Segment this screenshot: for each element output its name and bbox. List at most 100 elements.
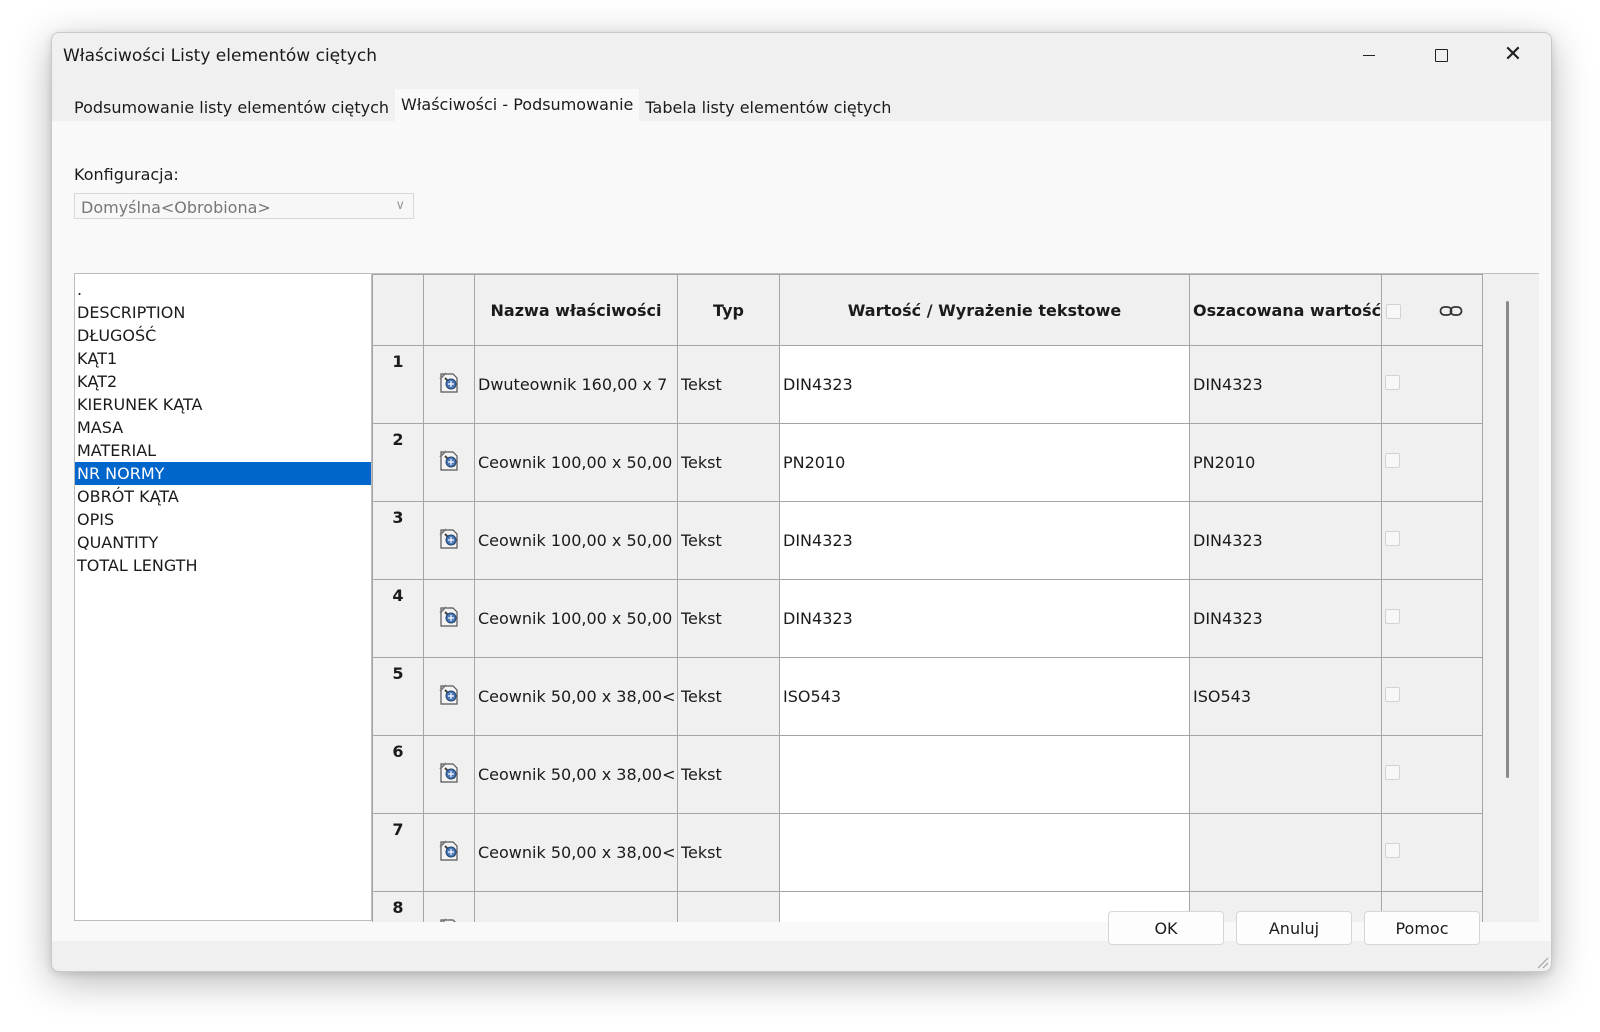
property-name-cell[interactable]: Dwuteownik 160,00 x 7 bbox=[474, 345, 678, 424]
property-name-cell[interactable]: Ceownik 50,00 x 38,00< bbox=[474, 657, 678, 736]
link-header[interactable] bbox=[1381, 274, 1484, 346]
resize-grip-icon[interactable] bbox=[1535, 955, 1549, 969]
property-list-item[interactable]: KIERUNEK KĄTA bbox=[75, 393, 371, 416]
link-cell[interactable] bbox=[1381, 657, 1484, 736]
link-checkbox[interactable] bbox=[1385, 609, 1401, 624]
value-cell[interactable]: DIN4323 bbox=[779, 579, 1190, 658]
tab-properties-summary[interactable]: Właściwości - Podsumowanie bbox=[395, 89, 640, 123]
configuration-dropdown[interactable]: Domyślna<Obrobiona> ∨ bbox=[74, 193, 414, 219]
value-cell[interactable]: ISO543 bbox=[779, 657, 1190, 736]
value-cell[interactable]: DIN4323 bbox=[779, 501, 1190, 580]
property-name-cell[interactable]: Ceownik 100,00 x 50,00 bbox=[474, 423, 678, 502]
cancel-button[interactable]: Anuluj bbox=[1236, 911, 1352, 945]
property-list-item[interactable]: KĄT1 bbox=[75, 347, 371, 370]
evaluated-value-cell: DIN4323 bbox=[1188, 579, 1383, 658]
window-title: Właściwości Listy elementów ciętych bbox=[63, 46, 377, 66]
property-name-cell[interactable]: Ceownik 100,00 x 50,00 bbox=[474, 501, 678, 580]
ok-button[interactable]: OK bbox=[1108, 911, 1224, 945]
row-number[interactable]: 6 bbox=[372, 735, 424, 814]
row-number[interactable]: 5 bbox=[372, 657, 424, 736]
link-checkbox[interactable] bbox=[1385, 453, 1401, 468]
link-checkbox[interactable] bbox=[1385, 687, 1401, 702]
grid-row[interactable]: 5 Ceownik 50,00 x 38,00< Tekst ISO543 ISO543 bbox=[372, 657, 1484, 736]
link-cell[interactable] bbox=[1381, 579, 1484, 658]
property-list-item[interactable]: TOTAL LENGTH bbox=[75, 554, 371, 577]
row-number[interactable]: 2 bbox=[372, 423, 424, 502]
property-name-cell[interactable]: Ceownik 50,00 x 38,00< bbox=[474, 735, 678, 814]
value-cell[interactable]: PN2010 bbox=[779, 423, 1190, 502]
evaluated-value-header[interactable]: Oszacowana wartość bbox=[1188, 274, 1383, 346]
type-cell[interactable]: Tekst bbox=[677, 657, 780, 736]
close-button[interactable]: ✕ bbox=[1477, 33, 1549, 77]
row-icon-cell bbox=[423, 813, 475, 892]
vertical-scrollbar[interactable] bbox=[1506, 301, 1509, 778]
select-all-checkbox[interactable] bbox=[1386, 303, 1402, 319]
row-icon-cell bbox=[423, 579, 475, 658]
icon-header bbox=[423, 274, 475, 346]
link-cell[interactable] bbox=[1381, 735, 1484, 814]
grid-row[interactable]: 3 Ceownik 100,00 x 50,00 Tekst DIN4323 DIN43… bbox=[372, 501, 1484, 580]
property-list-item[interactable]: KĄT2 bbox=[75, 370, 371, 393]
link-checkbox[interactable] bbox=[1385, 531, 1401, 546]
property-list-item[interactable]: DŁUGOŚĆ bbox=[75, 324, 371, 347]
link-cell[interactable] bbox=[1381, 501, 1484, 580]
row-icon-cell bbox=[423, 657, 475, 736]
row-number[interactable]: 7 bbox=[372, 813, 424, 892]
tab-cut-list-summary[interactable]: Podsumowanie listy elementów ciętych bbox=[68, 91, 396, 123]
type-header[interactable]: Typ bbox=[677, 274, 780, 346]
type-cell[interactable]: Tekst bbox=[677, 345, 780, 424]
minimize-button[interactable] bbox=[1333, 33, 1405, 77]
type-cell[interactable]: Tekst bbox=[677, 735, 780, 814]
cut-list-item-icon bbox=[439, 371, 458, 393]
grid-row[interactable]: 6 Ceownik 50,00 x 38,00< Tekst bbox=[372, 735, 1484, 814]
grid-row[interactable]: 7 Ceownik 50,00 x 38,00< Tekst bbox=[372, 813, 1484, 892]
cut-list-item-icon bbox=[439, 761, 458, 783]
type-cell[interactable]: Tekst bbox=[677, 423, 780, 502]
property-name-cell[interactable]: Ceownik 50,00 x 38,00< bbox=[474, 891, 678, 922]
type-cell[interactable]: Tekst bbox=[677, 501, 780, 580]
type-cell[interactable]: Tekst bbox=[677, 891, 780, 922]
configuration-label: Konfiguracja: bbox=[74, 165, 179, 184]
property-name-list[interactable]: . DESCRIPTION DŁUGOŚĆ KĄT1 KĄT2 KIERUNEK KĄTA… bbox=[74, 273, 372, 921]
property-list-item[interactable]: DESCRIPTION bbox=[75, 301, 371, 324]
property-grid-area: Nazwa właściwości Typ Wartość / Wyrażeni… bbox=[372, 273, 1539, 922]
row-number[interactable]: 3 bbox=[372, 501, 424, 580]
value-cell[interactable] bbox=[779, 813, 1190, 892]
link-cell[interactable] bbox=[1381, 423, 1484, 502]
help-button[interactable]: Pomoc bbox=[1364, 911, 1480, 945]
property-list-item[interactable]: QUANTITY bbox=[75, 531, 371, 554]
link-checkbox[interactable] bbox=[1385, 843, 1401, 858]
grid-row[interactable]: 4 Ceownik 100,00 x 50,00 Tekst DIN4323 DIN43… bbox=[372, 579, 1484, 658]
row-number[interactable]: 4 bbox=[372, 579, 424, 658]
link-checkbox[interactable] bbox=[1385, 375, 1401, 390]
link-cell[interactable] bbox=[1381, 813, 1484, 892]
grid-row[interactable]: 2 Ceownik 100,00 x 50,00 Tekst PN2010 PN2010 bbox=[372, 423, 1484, 502]
property-list-item[interactable]: OPIS bbox=[75, 508, 371, 531]
property-list-item[interactable]: MATERIAL bbox=[75, 439, 371, 462]
tab-cut-list-table[interactable]: Tabela listy elementów ciętych bbox=[639, 91, 898, 123]
value-cell[interactable] bbox=[779, 735, 1190, 814]
minimize-icon bbox=[1363, 54, 1375, 56]
property-name-cell[interactable]: Ceownik 100,00 x 50,00 bbox=[474, 579, 678, 658]
value-header[interactable]: Wartość / Wyrażenie tekstowe bbox=[779, 274, 1190, 346]
link-cell[interactable] bbox=[1381, 345, 1484, 424]
property-name-header[interactable]: Nazwa właściwości bbox=[474, 274, 678, 346]
type-cell[interactable]: Tekst bbox=[677, 579, 780, 658]
row-icon-cell bbox=[423, 501, 475, 580]
cut-list-item-icon bbox=[439, 527, 458, 549]
grid-row[interactable]: 1 Dwuteownik 160,00 x 7 Tekst DIN4323 DIN432… bbox=[372, 345, 1484, 424]
maximize-button[interactable] bbox=[1405, 33, 1477, 77]
property-list-item[interactable]: . bbox=[75, 278, 371, 301]
property-name-cell[interactable]: Ceownik 50,00 x 38,00< bbox=[474, 813, 678, 892]
property-list-item[interactable]: MASA bbox=[75, 416, 371, 439]
row-number[interactable]: 8 bbox=[372, 891, 424, 922]
cut-list-item-icon bbox=[439, 449, 458, 471]
type-cell[interactable]: Tekst bbox=[677, 813, 780, 892]
evaluated-value-cell: ISO543 bbox=[1188, 657, 1383, 736]
evaluated-value-cell: PN2010 bbox=[1188, 423, 1383, 502]
property-list-item[interactable]: NR NORMY bbox=[75, 462, 371, 485]
value-cell[interactable]: DIN4323 bbox=[779, 345, 1190, 424]
row-number[interactable]: 1 bbox=[372, 345, 424, 424]
property-list-item[interactable]: OBRÓT KĄTA bbox=[75, 485, 371, 508]
link-checkbox[interactable] bbox=[1385, 765, 1401, 780]
